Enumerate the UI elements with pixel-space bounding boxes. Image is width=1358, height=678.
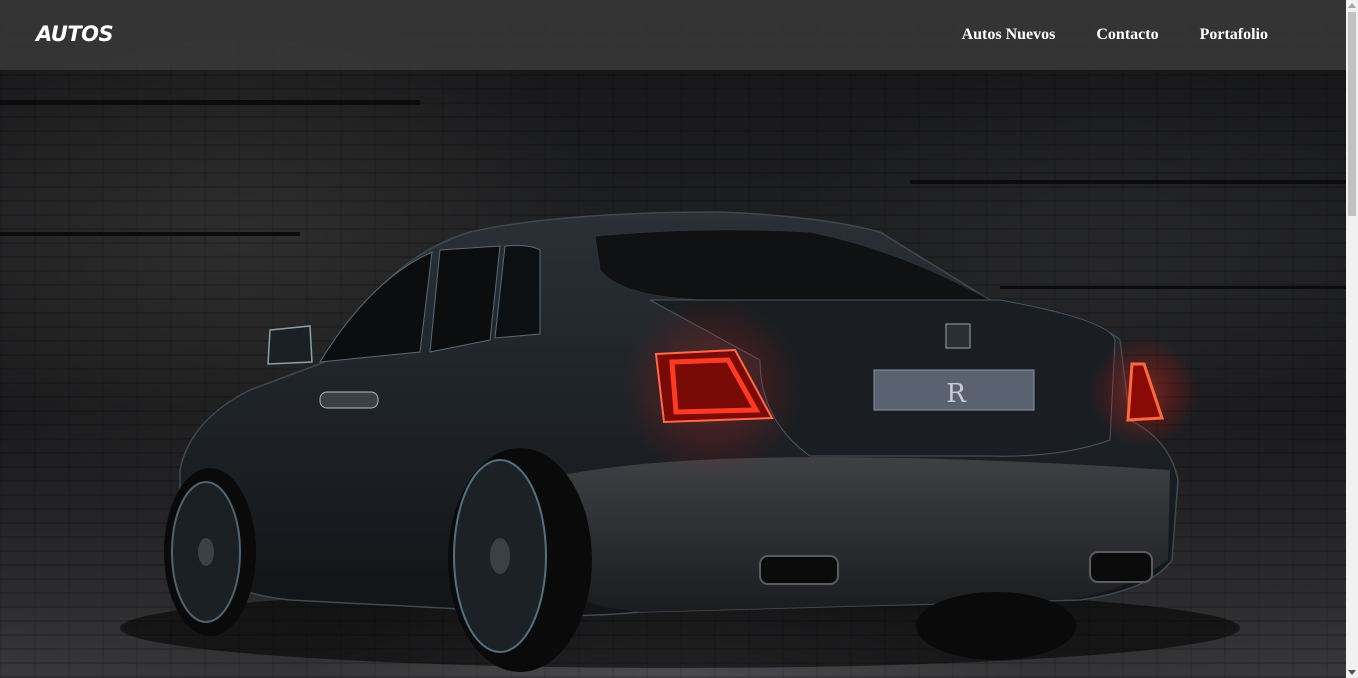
- nav-link-portafolio[interactable]: Portafolio: [1200, 26, 1268, 44]
- browser-viewport: R AUTOS Autos Nuevos Contacto Portafolio: [0, 0, 1358, 678]
- nav-link-autos-nuevos[interactable]: Autos Nuevos: [962, 26, 1056, 44]
- wheel: [164, 468, 256, 636]
- scrollbar-thumb[interactable]: [1348, 12, 1356, 216]
- wheel: [448, 448, 592, 672]
- top-navbar: AUTOS Autos Nuevos Contacto Portafolio: [0, 0, 1346, 70]
- hero-section: R: [0, 0, 1346, 678]
- main-nav: Autos Nuevos Contacto Portafolio: [962, 26, 1268, 44]
- scroll-down-arrow-icon[interactable]: [1348, 670, 1356, 675]
- hero-car-image: R: [120, 211, 1240, 672]
- site-logo[interactable]: AUTOS: [36, 22, 114, 46]
- page: R AUTOS Autos Nuevos Contacto Portafolio: [0, 0, 1346, 678]
- nav-link-contacto[interactable]: Contacto: [1096, 26, 1158, 44]
- svg-text:R: R: [946, 379, 967, 409]
- vertical-scrollbar[interactable]: [1346, 0, 1358, 678]
- scroll-up-arrow-icon[interactable]: [1348, 3, 1356, 8]
- wheel: [916, 592, 1076, 660]
